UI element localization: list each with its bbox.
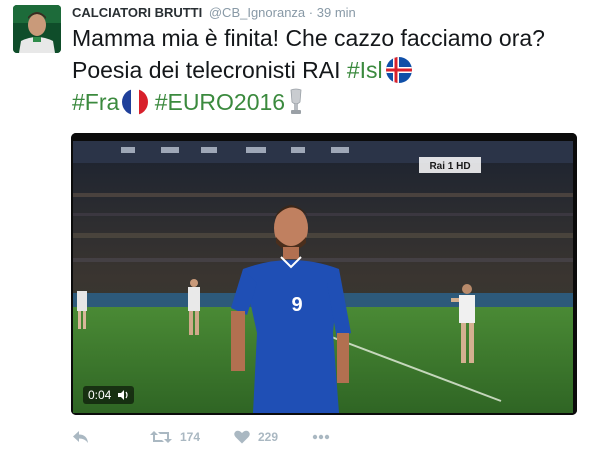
more-icon: [312, 434, 330, 440]
retweet-count: 174: [180, 430, 201, 444]
retweet-icon: [150, 431, 172, 443]
hashtag-fra[interactable]: #Fra: [72, 89, 119, 115]
hashtag-isl[interactable]: #Isl: [347, 57, 383, 83]
svg-text:Rai 1 HD: Rai 1 HD: [429, 161, 470, 172]
tweet-text: Mamma mia è finita! Che cazzo facciamo o…: [72, 22, 577, 118]
reply-button[interactable]: [72, 427, 90, 447]
player-number: 9: [291, 294, 302, 316]
iceland-flag-icon: [385, 57, 412, 83]
avatar-image: [13, 5, 61, 53]
like-count: 229: [258, 430, 279, 444]
volume-icon: [117, 387, 129, 400]
author-name[interactable]: CALCIATORI BRUTTI: [72, 5, 202, 20]
tweet-header: CALCIATORI BRUTTI @CB_Ignoranza · 39 min: [72, 5, 356, 21]
hashtag-euro2016[interactable]: #EURO2016: [155, 89, 285, 115]
channel-logo: Rai 1 HD: [419, 157, 481, 173]
tweet-timestamp[interactable]: 39 min: [317, 5, 356, 20]
author-handle[interactable]: @CB_Ignoranza: [209, 5, 305, 20]
video-frame: 9 Rai 1 HD: [71, 133, 577, 415]
reply-icon: [73, 431, 88, 443]
like-button[interactable]: 229: [234, 427, 278, 447]
france-flag-icon: [122, 89, 149, 115]
tweet-text-body: Mamma mia è finita! Che cazzo facciamo o…: [72, 25, 545, 83]
duration-text: 0:04: [88, 388, 112, 402]
header-separator: ·: [308, 5, 314, 20]
video-player[interactable]: 9 Rai 1 HD 0:04: [71, 133, 577, 415]
more-button[interactable]: [312, 427, 330, 447]
heart-icon: [234, 430, 250, 444]
video-duration: 0:04: [83, 386, 134, 404]
trophy-icon: [289, 88, 303, 116]
avatar[interactable]: [13, 5, 61, 53]
retweet-button[interactable]: 174: [150, 427, 200, 447]
